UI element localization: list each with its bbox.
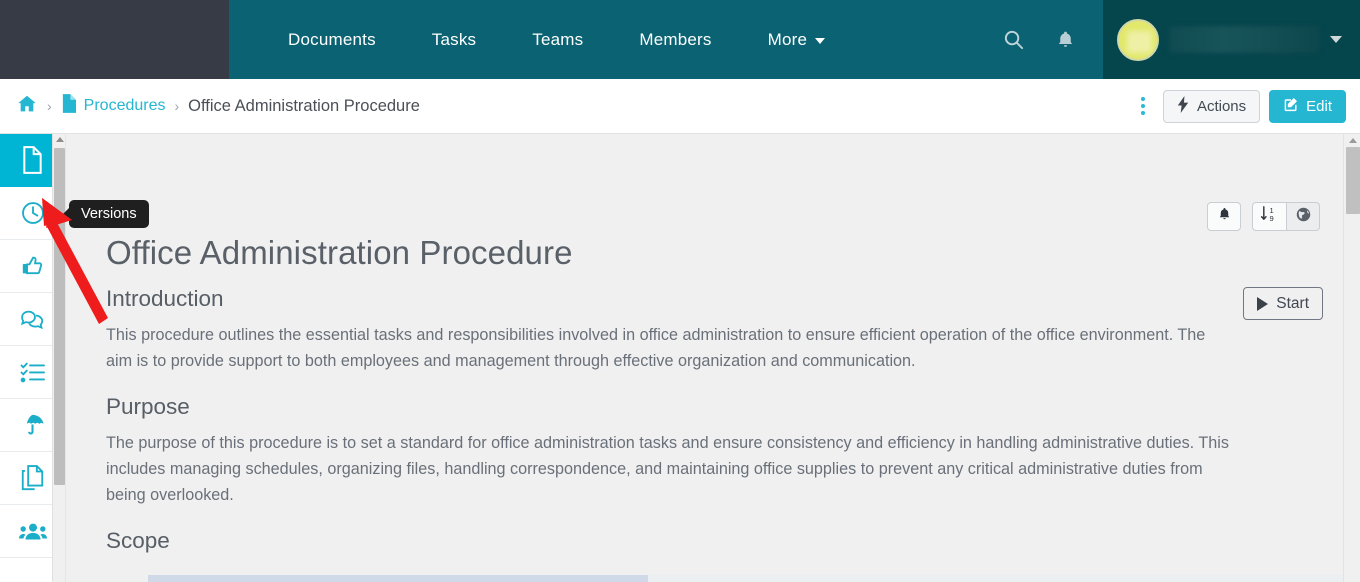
nav-link-members[interactable]: Members [611,30,739,50]
document-content-area: 1 9 Start Office Administration Procedur… [66,134,1360,582]
breadcrumb-actions: Actions Edit [1132,89,1346,123]
document-icon [23,146,42,174]
breadcrumb-link-procedures[interactable]: Procedures [61,94,166,118]
app-root: Documents Tasks Teams Members More › Pro… [0,0,1360,582]
svg-text:9: 9 [1270,214,1274,223]
sort-numeric-button[interactable]: 1 9 [1252,202,1286,231]
clock-icon [21,202,44,224]
notify-button[interactable] [1207,202,1241,231]
section-body-purpose: The purpose of this procedure is to set … [106,434,1229,504]
document-body: Office Administration Procedure Introduc… [106,234,1241,564]
vertical-scrollbar[interactable] [1343,134,1360,582]
nav-links: Documents Tasks Teams Members More [260,30,853,50]
document-title: Office Administration Procedure [106,234,573,271]
comments-icon [20,310,44,329]
chevron-down-icon [1330,36,1342,43]
scroll-up-arrow-icon[interactable] [56,137,64,142]
vertical-scrollbar-thumb[interactable] [1346,147,1360,214]
nav-link-label: Teams [532,29,584,49]
sidebar-scrollbar[interactable] [52,134,65,582]
chevron-down-icon [815,37,826,44]
copy-icon [21,465,44,491]
actions-button-label: Actions [1196,97,1247,115]
sort-numeric-icon: 1 9 [1260,205,1279,228]
search-icon[interactable] [991,18,1035,62]
breadcrumb: › Procedures › Office Administration Pro… [16,93,420,120]
edit-button[interactable]: Edit [1269,89,1346,123]
scroll-up-arrow-icon[interactable] [1349,138,1357,143]
nav-link-label: Members [639,29,712,49]
section-heading-purpose: Purpose [106,394,190,419]
breadcrumb-bar: › Procedures › Office Administration Pro… [0,79,1360,134]
nav-link-documents[interactable]: Documents [260,30,404,50]
view-mode-group: 1 9 [1252,202,1320,231]
bell-icon[interactable] [1043,18,1087,62]
globe-icon [1295,206,1312,228]
lightning-bolt-icon [1177,95,1190,117]
nav-link-more[interactable]: More [740,30,854,50]
user-name-redacted [1169,26,1320,53]
bell-icon [1217,206,1232,227]
actions-button[interactable]: Actions [1162,89,1261,123]
nav-link-tasks[interactable]: Tasks [404,30,504,50]
thumbs-up-icon [22,256,42,275]
section-heading-introduction: Introduction [106,286,224,311]
pencil-square-icon [1283,96,1299,116]
top-navigation-bar: Documents Tasks Teams Members More [0,0,1360,79]
people-icon [18,523,47,540]
avatar [1117,18,1159,61]
start-button[interactable]: Start [1243,287,1323,320]
breadcrumb-separator: › [47,98,52,114]
nav-link-teams[interactable]: Teams [504,30,611,50]
horizontal-scrollbar-thumb[interactable] [148,575,648,582]
breadcrumb-separator: › [174,98,180,114]
umbrella-icon [26,414,44,435]
user-menu[interactable] [1103,0,1360,79]
nav-link-label: Documents [288,29,376,49]
edit-button-label: Edit [1306,97,1332,115]
kebab-menu-icon[interactable] [1132,91,1154,121]
section-heading-scope: Scope [106,528,170,553]
nav-link-label: Tasks [431,29,477,49]
sidebar-scrollbar-thumb[interactable] [54,148,65,485]
page-title: Office Administration Procedure [188,96,420,115]
breadcrumb-link-label: Procedures [83,97,166,114]
home-icon[interactable] [16,93,38,120]
logo-block[interactable] [0,0,229,79]
nav-link-label: More [767,29,808,49]
left-icon-rail [0,134,66,582]
checklist-icon [20,362,45,383]
file-icon [61,94,76,118]
section-body-introduction: This procedure outlines the essential ta… [106,326,1206,370]
nav-tools [991,18,1103,62]
document-toolbar: 1 9 [1207,202,1320,231]
versions-tooltip: Versions [69,200,149,228]
horizontal-scrollbar[interactable] [148,575,1360,582]
start-button-label: Start [1276,294,1309,312]
primary-nav: Documents Tasks Teams Members More [229,0,1103,79]
globe-view-button[interactable] [1286,202,1320,231]
play-icon [1257,296,1269,311]
